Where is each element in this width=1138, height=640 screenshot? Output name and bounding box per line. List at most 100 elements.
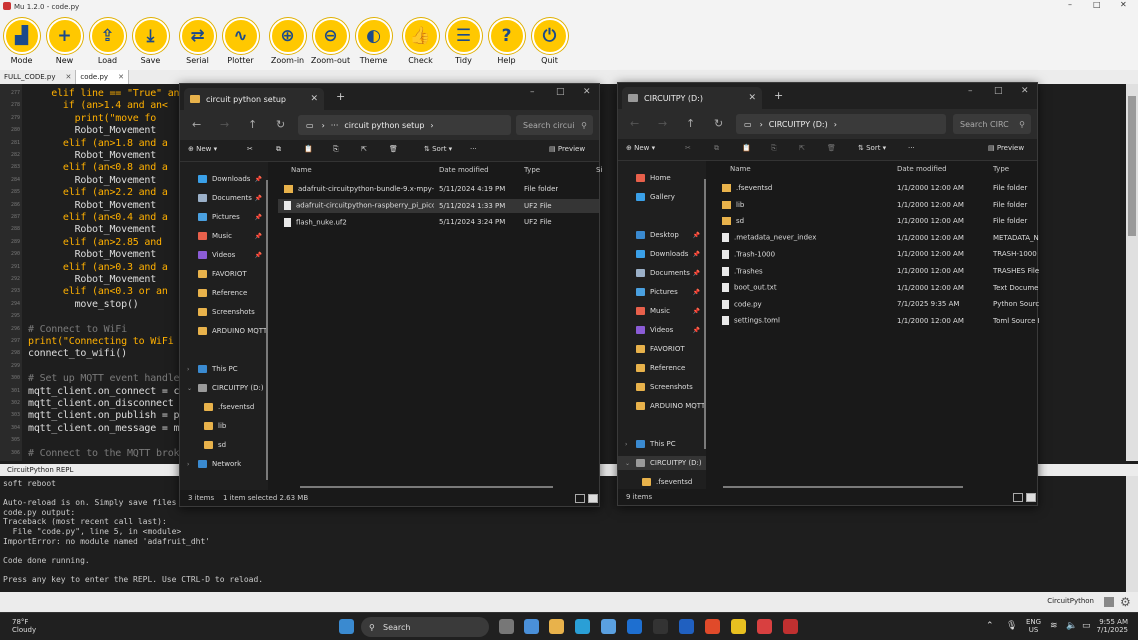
- new-tab-icon[interactable]: +: [774, 89, 783, 102]
- cut-icon[interactable]: ✂: [685, 144, 691, 152]
- nav-item[interactable]: Home: [618, 171, 706, 185]
- share-icon[interactable]: ⇱: [361, 145, 367, 153]
- explorer-tab[interactable]: CIRCUITPY (D:) ✕: [622, 87, 762, 109]
- new-button[interactable]: ⊕ New ▾: [188, 145, 217, 153]
- new-tab-icon[interactable]: +: [336, 90, 345, 103]
- code-line[interactable]: # Set up MQTT event handle: [28, 373, 180, 384]
- close-icon[interactable]: ✕: [1120, 0, 1127, 9]
- chrome-icon[interactable]: [757, 619, 772, 634]
- nav-item[interactable]: .fseventsd: [180, 400, 268, 414]
- nav-item[interactable]: Pictures 📌: [180, 210, 268, 224]
- details-view-icon[interactable]: [1013, 493, 1023, 502]
- mode-button[interactable]: ▟ Mode: [0, 13, 43, 70]
- up-icon[interactable]: ↑: [686, 117, 695, 130]
- file-row[interactable]: settings.toml 1/1/2000 12:00 AM Toml Sourc…: [716, 314, 1039, 328]
- nav-item[interactable]: Videos 📌: [618, 323, 706, 337]
- nav-item[interactable]: Downloads 📌: [618, 247, 706, 261]
- nav-item[interactable]: ARDUINO MQTT: [618, 399, 706, 413]
- microphone-icon[interactable]: 🎙: [1006, 621, 1017, 631]
- dropbox-icon[interactable]: [627, 619, 642, 634]
- code-line[interactable]: # Connect to WiFi: [28, 324, 127, 335]
- nav-item[interactable]: Documents 📌: [180, 191, 268, 205]
- nav-item[interactable]: Screenshots: [618, 380, 706, 394]
- copy-icon[interactable]: ⧉: [276, 145, 281, 154]
- code-line[interactable]: Robot_Movement: [28, 125, 157, 136]
- code-line[interactable]: mqtt_client.on_message = m: [28, 423, 180, 434]
- start-icon[interactable]: [339, 619, 354, 634]
- nav-item[interactable]: Reference: [180, 286, 268, 300]
- column-name[interactable]: Name: [730, 165, 751, 173]
- close-icon[interactable]: ✕: [310, 94, 318, 104]
- code-line[interactable]: elif (an>2.85 and: [28, 237, 162, 248]
- file-row[interactable]: .metadata_never_index 1/1/2000 12:00 AM ME…: [716, 231, 1039, 245]
- code-line[interactable]: Robot_Movement: [28, 200, 157, 211]
- nav-item[interactable]: ⌄ CIRCUITPY (D:): [618, 456, 706, 470]
- nav-item[interactable]: Music 📌: [618, 304, 706, 318]
- code-line[interactable]: connect_to_wifi(): [28, 348, 127, 359]
- back-icon[interactable]: ←: [630, 117, 639, 130]
- close-icon[interactable]: ✕: [1021, 86, 1029, 96]
- copy-icon[interactable]: ⧉: [714, 144, 719, 153]
- chevron-down-icon[interactable]: ⌄: [187, 385, 192, 392]
- code-line[interactable]: Robot_Movement: [28, 274, 157, 285]
- tidy-button[interactable]: ☰ Tidy: [442, 13, 485, 70]
- chevron-right-icon[interactable]: ›: [187, 366, 189, 373]
- nav-item[interactable]: Videos 📌: [180, 248, 268, 262]
- task-view-icon[interactable]: [499, 619, 514, 634]
- forward-icon[interactable]: →: [658, 117, 667, 130]
- horizontal-scrollbar[interactable]: [723, 486, 963, 488]
- more-options-button[interactable]: ···: [908, 144, 915, 152]
- taskbar-search[interactable]: ⚲ Search: [361, 617, 489, 637]
- mode-indicator[interactable]: CircuitPython: [1047, 597, 1094, 605]
- quit-button[interactable]: ⏻ Quit: [528, 13, 571, 70]
- file-row[interactable]: .Trashes 1/1/2000 12:00 AM TRASHES File: [716, 264, 1039, 278]
- nav-item[interactable]: ARDUINO MQTT: [180, 324, 268, 338]
- nav-item[interactable]: Desktop 📌: [618, 228, 706, 242]
- up-icon[interactable]: ↑: [248, 118, 257, 131]
- sort-button[interactable]: ⇅ Sort ▾: [858, 144, 886, 152]
- column-type[interactable]: Type: [524, 166, 540, 174]
- column-size[interactable]: Si: [596, 166, 602, 174]
- save-button[interactable]: ⤓ Save: [129, 13, 172, 70]
- code-line[interactable]: elif line == "True" and: [28, 88, 185, 99]
- gear-icon[interactable]: ⚙: [1120, 596, 1132, 608]
- repl-scrollbar[interactable]: [1126, 476, 1138, 592]
- code-line[interactable]: Robot_Movement: [28, 175, 157, 186]
- nav-item[interactable]: Downloads 📌: [180, 172, 268, 186]
- nav-item[interactable]: Gallery: [618, 190, 706, 204]
- edge-icon[interactable]: [575, 619, 590, 634]
- code-line[interactable]: elif (an>1.8 and a: [28, 138, 168, 149]
- code-line[interactable]: elif (an<0.3 or an: [28, 286, 168, 297]
- plotter-button[interactable]: ∿ Plotter: [219, 13, 262, 70]
- editor-scrollbar[interactable]: [1126, 84, 1138, 461]
- sort-button[interactable]: ⇅ Sort ▾: [424, 145, 452, 153]
- maximize-icon[interactable]: □: [994, 86, 1003, 96]
- outlook-icon[interactable]: [679, 619, 694, 634]
- language-indicator[interactable]: ENG US: [1026, 618, 1041, 634]
- code-line[interactable]: mqtt_client.on_publish = p: [28, 410, 180, 421]
- address-bar[interactable]: ▭ › ··· circuit python setup ›: [298, 115, 511, 135]
- file-row[interactable]: code.py 7/1/2025 9:35 AM Python Source: [716, 297, 1039, 311]
- minimize-icon[interactable]: –: [968, 86, 973, 96]
- file-row[interactable]: adafruit-circuitpython-bundle-9.x-mpy-..…: [278, 182, 599, 196]
- nav-scrollbar[interactable]: [266, 180, 268, 480]
- nav-scrollbar[interactable]: [704, 179, 706, 449]
- code-line[interactable]: mqtt_client.on_connect = c: [28, 386, 180, 397]
- file-row[interactable]: .Trash-1000 1/1/2000 12:00 AM TRASH-1000 F…: [716, 247, 1039, 261]
- chevron-up-icon[interactable]: ⌃: [986, 621, 994, 631]
- close-icon[interactable]: ✕: [65, 73, 71, 81]
- preview-button[interactable]: ▤ Preview: [549, 145, 585, 153]
- nav-item[interactable]: Pictures 📌: [618, 285, 706, 299]
- rename-icon[interactable]: ⎘: [333, 145, 339, 154]
- scrollbar-thumb[interactable]: [1128, 96, 1136, 236]
- back-icon[interactable]: ←: [192, 118, 201, 131]
- chevron-down-icon[interactable]: ⌄: [625, 460, 630, 467]
- maximize-icon[interactable]: □: [1093, 0, 1101, 9]
- serial-button[interactable]: ⇄ Serial: [176, 13, 219, 70]
- tiles-view-icon[interactable]: [588, 494, 598, 503]
- maximize-icon[interactable]: □: [556, 87, 565, 97]
- nav-item[interactable]: › Network: [180, 457, 268, 471]
- theme-button[interactable]: ◐ Theme: [352, 13, 395, 70]
- tab-code-py[interactable]: code.py ✕: [76, 70, 129, 84]
- code-line[interactable]: # Connect to the MQTT brok: [28, 448, 180, 459]
